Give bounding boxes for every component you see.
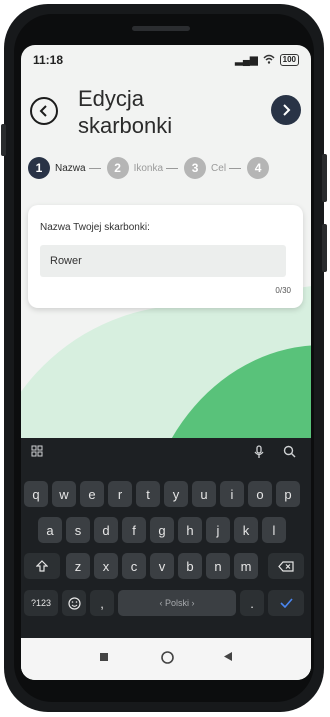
key-g[interactable]: g [150, 517, 174, 543]
key-p[interactable]: p [276, 481, 300, 507]
step-3-number[interactable]: 3 [184, 157, 207, 179]
name-card: Nazwa Twojej skarbonki: Rower 0/30 [28, 205, 303, 308]
step-1-number[interactable]: 1 [28, 157, 50, 179]
symbols-key-label: ?123 [30, 598, 52, 608]
on-screen-keyboard: q w e r t y u i o p a s d f g h j k l z … [21, 438, 311, 638]
key-j[interactable]: j [206, 517, 230, 543]
chevron-left-icon [39, 105, 47, 117]
emoji-key[interactable] [62, 590, 86, 616]
key-y[interactable]: y [164, 481, 188, 507]
space-key-label: ‹ Polski › [159, 598, 195, 608]
key-i[interactable]: i [220, 481, 244, 507]
recents-icon[interactable] [99, 651, 109, 665]
backspace-icon [278, 560, 294, 572]
period-key[interactable]: . [240, 590, 264, 616]
step-2-number[interactable]: 2 [106, 157, 129, 179]
back-button[interactable] [30, 97, 58, 125]
key-m[interactable]: m [234, 553, 258, 579]
app-screen: 11:18 ▂▄▆ 100 Edycja skarbonki 1 Nazwa 2… [21, 45, 311, 680]
step-divider [229, 167, 242, 169]
comma-key[interactable]: , [90, 590, 114, 616]
volume-button [1, 124, 6, 156]
key-x[interactable]: x [94, 553, 118, 579]
search-icon[interactable] [283, 445, 296, 461]
step-divider [88, 167, 101, 169]
battery-icon: 100 [279, 54, 299, 66]
name-input[interactable]: Rower [40, 245, 286, 277]
system-nav-bar [21, 638, 311, 680]
key-o[interactable]: o [248, 481, 272, 507]
checkmark-icon [279, 598, 293, 608]
key-v[interactable]: v [150, 553, 174, 579]
step-divider [166, 167, 179, 169]
key-a[interactable]: a [38, 517, 62, 543]
key-e[interactable]: e [80, 481, 104, 507]
home-icon[interactable] [161, 651, 174, 667]
grid-icon[interactable] [31, 445, 43, 460]
key-t[interactable]: t [136, 481, 160, 507]
enter-key[interactable] [268, 590, 304, 616]
mic-icon[interactable] [253, 445, 265, 462]
power-button [322, 154, 327, 202]
key-k[interactable]: k [234, 517, 258, 543]
key-c[interactable]: c [122, 553, 146, 579]
step-2-label: Ikonka [133, 162, 164, 174]
key-h[interactable]: h [178, 517, 202, 543]
next-button[interactable] [271, 95, 301, 125]
shift-key[interactable] [24, 553, 60, 579]
backspace-key[interactable] [268, 553, 304, 579]
key-z[interactable]: z [66, 553, 90, 579]
emoji-icon [67, 596, 81, 610]
earpiece-speaker [132, 26, 190, 31]
step-3-label: Cel [211, 162, 227, 174]
key-s[interactable]: s [66, 517, 90, 543]
signal-icon: ▂▄▆ [235, 54, 258, 66]
step-1-label: Nazwa [55, 162, 86, 174]
back-nav-icon[interactable] [223, 651, 233, 665]
name-input-value: Rower [50, 255, 82, 267]
key-q[interactable]: q [24, 481, 48, 507]
page-header: Edycja skarbonki [21, 85, 311, 165]
side-button [322, 224, 327, 272]
page-title: Edycja skarbonki [78, 86, 173, 138]
key-r[interactable]: r [108, 481, 132, 507]
wifi-icon [263, 54, 275, 67]
space-key[interactable]: ‹ Polski › [118, 590, 236, 616]
character-counter: 0/30 [275, 286, 291, 295]
symbols-key[interactable]: ?123 [24, 590, 58, 616]
name-field-label: Nazwa Twojej skarbonki: [40, 222, 150, 233]
key-w[interactable]: w [52, 481, 76, 507]
chevron-right-icon [283, 104, 291, 116]
step-indicator: 1 Nazwa 2 Ikonka 3 Cel 4 [28, 157, 270, 179]
status-time: 11:18 [33, 53, 64, 67]
key-l[interactable]: l [262, 517, 286, 543]
key-d[interactable]: d [94, 517, 118, 543]
keyboard-toolbar [21, 438, 311, 468]
key-u[interactable]: u [192, 481, 216, 507]
key-n[interactable]: n [206, 553, 230, 579]
shift-icon [36, 560, 48, 572]
status-bar: 11:18 ▂▄▆ 100 [21, 45, 311, 75]
step-4-number[interactable]: 4 [247, 157, 270, 179]
key-f[interactable]: f [122, 517, 146, 543]
status-icons: ▂▄▆ 100 [235, 54, 299, 67]
key-b[interactable]: b [178, 553, 202, 579]
